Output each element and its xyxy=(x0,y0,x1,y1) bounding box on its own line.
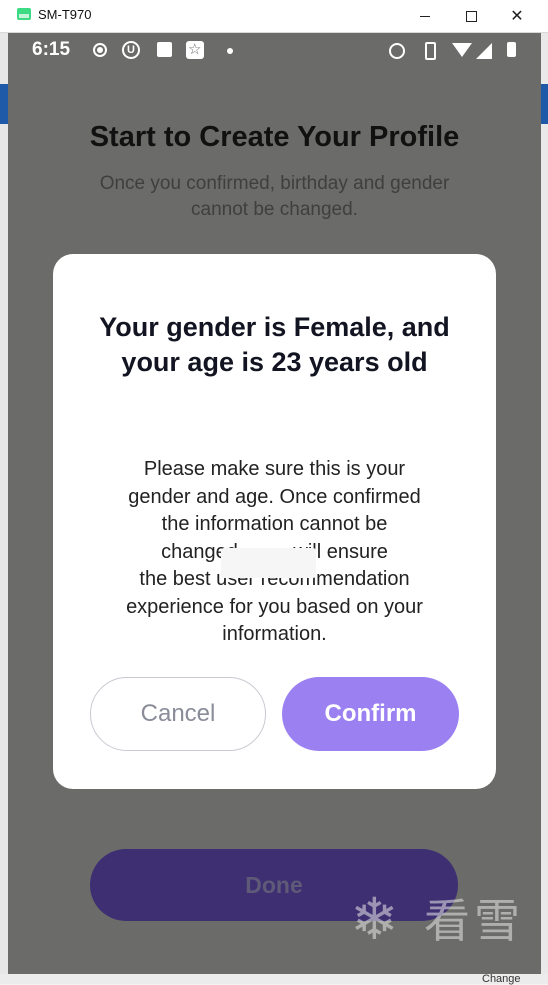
dialog-body-line: gender and age. Once confirmed xyxy=(128,485,421,508)
dialog-body-line: experience for you based on your xyxy=(126,595,423,618)
window-title-bar: SM-T970 ✕ xyxy=(0,0,548,33)
host-right-edge xyxy=(541,33,548,984)
alarm-icon xyxy=(388,41,406,59)
status-bar: 6:15 U xyxy=(8,33,541,69)
watermark-text: 看雪 xyxy=(424,895,524,947)
dialog-body-line: Please make sure this is your xyxy=(143,458,406,480)
vibrate-icon xyxy=(420,41,438,60)
square-icon xyxy=(156,41,174,59)
signal-icon xyxy=(476,41,494,59)
host-change-label[interactable]: Change xyxy=(482,973,521,985)
host-left-edge xyxy=(0,33,8,984)
u-icon: U xyxy=(122,41,140,59)
record-icon xyxy=(91,41,109,59)
host-toolbar-sliver-left xyxy=(0,84,8,124)
star-badge-icon xyxy=(186,40,204,59)
confirm-button[interactable]: Confirm xyxy=(282,677,459,751)
maximize-icon[interactable] xyxy=(448,2,494,30)
dialog-title: Your gender is Female, and your age is 2… xyxy=(99,312,450,377)
dialog-body-line: information. xyxy=(222,623,327,645)
wifi-icon xyxy=(452,41,472,59)
host-toolbar-sliver-right xyxy=(541,84,548,124)
dialog-body-line: the information cannot be xyxy=(161,513,388,535)
redacted-patch xyxy=(221,548,316,578)
page-title: Start to Create Your Profile xyxy=(89,121,460,153)
page-subtitle: Once you confirmed, birthday and gender … xyxy=(99,173,450,220)
android-app-icon xyxy=(17,8,31,20)
dot-icon xyxy=(224,41,242,59)
minimize-icon[interactable] xyxy=(402,2,448,30)
snowflake-icon: ❄ xyxy=(350,887,399,952)
host-bottom-edge xyxy=(0,974,548,984)
window-title: SM-T970 xyxy=(38,7,92,22)
phone-screen: 6:15 U Start to Create Your Profile Once… xyxy=(8,33,541,974)
cancel-button[interactable]: Cancel xyxy=(90,677,266,751)
watermark: ❄ 看雪 xyxy=(350,888,530,958)
status-time: 6:15 xyxy=(32,39,71,60)
battery-icon xyxy=(504,41,522,59)
confirm-dialog: Your gender is Female, and your age is 2… xyxy=(53,254,496,789)
close-icon[interactable]: ✕ xyxy=(494,2,540,30)
